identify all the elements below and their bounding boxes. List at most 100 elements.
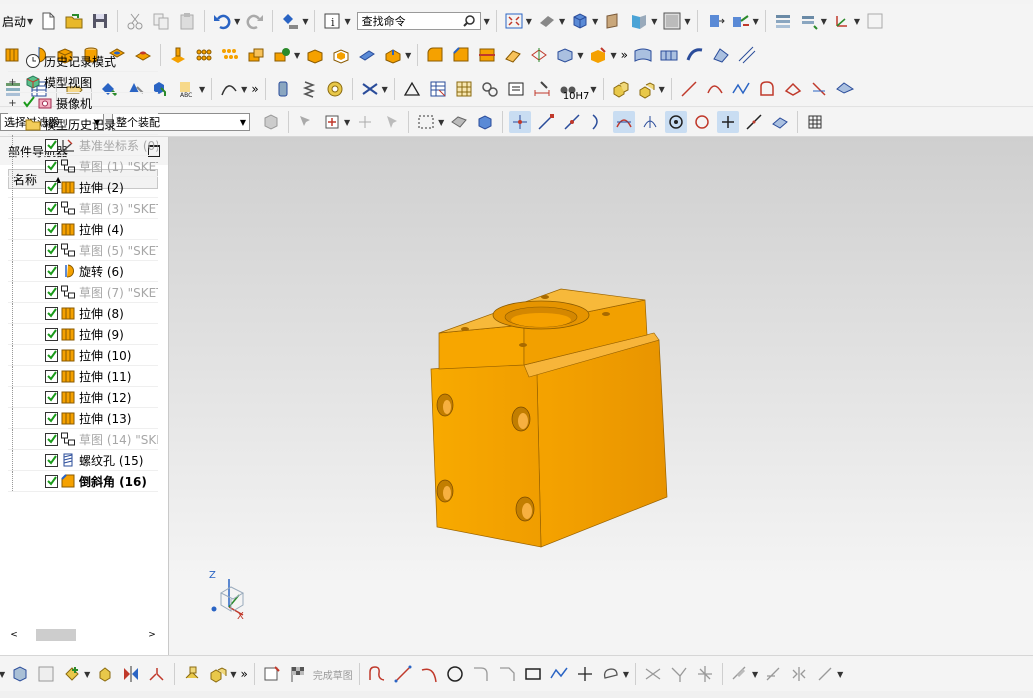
snap-intersection-icon[interactable]: [613, 111, 636, 133]
new-file-icon[interactable]: [37, 10, 59, 32]
emboss-body-icon[interactable]: [167, 44, 189, 66]
subtract-icon[interactable]: [271, 44, 293, 66]
make-corner-icon[interactable]: [694, 663, 716, 685]
datum-plane-icon[interactable]: [528, 44, 550, 66]
visibility-checkbox[interactable]: [45, 180, 58, 194]
sketch-offset-icon[interactable]: [600, 663, 622, 685]
intersect-icon[interactable]: [304, 44, 326, 66]
component-pair-icon[interactable]: [207, 663, 229, 685]
visibility-checkbox[interactable]: [45, 138, 58, 152]
geometric-constraint-icon[interactable]: [762, 663, 784, 685]
expand-plus-icon[interactable]: +: [8, 77, 17, 88]
part-model[interactable]: Z X: [169, 137, 1033, 655]
unite-icon[interactable]: [245, 44, 267, 66]
save-icon[interactable]: [89, 10, 111, 32]
line-tool-icon[interactable]: [678, 78, 700, 100]
profile-icon[interactable]: [756, 78, 778, 100]
studio-spline-icon[interactable]: [730, 78, 752, 100]
shell-icon[interactable]: [330, 44, 352, 66]
n-sided-surface-icon[interactable]: [710, 44, 732, 66]
spring-icon[interactable]: [298, 78, 320, 100]
quick-pick-icon[interactable]: [380, 111, 402, 133]
snap-arc-center-icon[interactable]: [639, 111, 661, 133]
tree-item-feature[interactable]: 拉伸 (13): [8, 408, 158, 429]
grid-snap-icon[interactable]: [453, 78, 475, 100]
draft-icon[interactable]: [356, 44, 378, 66]
visibility-checkbox[interactable]: [45, 285, 58, 299]
sketch-chamfer-icon[interactable]: [496, 663, 518, 685]
arc-tool-icon[interactable]: [704, 78, 726, 100]
chamfer-tool-icon[interactable]: [450, 44, 472, 66]
explode-view-icon[interactable]: [146, 663, 168, 685]
snap-on-face-icon[interactable]: [769, 111, 791, 133]
assembly-constraint-icon[interactable]: [730, 10, 752, 32]
fit-view-icon[interactable]: [503, 10, 525, 32]
visibility-checkbox[interactable]: [45, 327, 58, 341]
sketch-rectangle-icon[interactable]: [522, 663, 544, 685]
profile-sketch-icon[interactable]: [366, 663, 388, 685]
sketch-polyline-icon[interactable]: [548, 663, 570, 685]
tree-item-cameras[interactable]: + 摄像机: [8, 93, 158, 114]
rapid-dimension-icon[interactable]: [729, 663, 751, 685]
tree-item-feature[interactable]: 草图 (14) "SKETCH_004": [8, 429, 158, 450]
curve-analysis-icon[interactable]: [218, 78, 240, 100]
visibility-checkbox[interactable]: [45, 306, 58, 320]
drawing-sheet-icon[interactable]: [505, 78, 527, 100]
sketch-fillet-icon[interactable]: [470, 663, 492, 685]
dimension-icon[interactable]: [531, 78, 553, 100]
open-folder-icon[interactable]: [63, 10, 85, 32]
visibility-checkbox[interactable]: [45, 369, 58, 383]
view-section-icon[interactable]: [628, 10, 650, 32]
sketch-icon[interactable]: [261, 663, 283, 685]
tree-item-history-mode[interactable]: 历史记录模式: [8, 51, 158, 72]
scroll-left-icon[interactable]: <: [8, 630, 20, 640]
snap-center-icon[interactable]: [665, 111, 688, 133]
paste-icon[interactable]: [176, 10, 198, 32]
tree-item-model-views[interactable]: + 模型视图: [8, 72, 158, 93]
tree-item-feature[interactable]: 螺纹孔 (15): [8, 450, 158, 471]
scroll-thumb[interactable]: [36, 628, 76, 641]
drawing-template-icon[interactable]: [35, 663, 57, 685]
visibility-checkbox[interactable]: [45, 201, 58, 215]
tree-item-feature[interactable]: 草图 (5) "SKETCH_002": [8, 240, 158, 261]
select-body-icon[interactable]: [448, 111, 470, 133]
project-curve-icon[interactable]: [808, 78, 830, 100]
move-component-icon[interactable]: [704, 10, 726, 32]
replace-face-icon[interactable]: [587, 44, 609, 66]
visibility-checkbox[interactable]: [45, 264, 58, 278]
edge-blend-icon[interactable]: [424, 44, 446, 66]
thicken-icon[interactable]: [502, 44, 524, 66]
layer-settings-icon[interactable]: [772, 10, 794, 32]
wcs-icon[interactable]: [831, 10, 853, 32]
visibility-checkbox[interactable]: [45, 348, 58, 362]
cut-icon[interactable]: [124, 10, 146, 32]
start-menu-button[interactable]: 启动: [0, 13, 28, 30]
bridge-curve-icon[interactable]: [834, 78, 856, 100]
select-feature-icon[interactable]: [295, 111, 317, 133]
tree-item-feature[interactable]: 拉伸 (2): [8, 177, 158, 198]
tree-item-feature[interactable]: 草图 (1) "SKETCH_000": [8, 156, 158, 177]
tree-item-feature[interactable]: 拉伸 (4): [8, 219, 158, 240]
triangle-icon[interactable]: [401, 78, 423, 100]
rectangle-select-icon[interactable]: [415, 111, 437, 133]
pattern-feature-icon[interactable]: [193, 44, 215, 66]
assembly-tool-icon[interactable]: [9, 663, 31, 685]
component-group-icon[interactable]: [610, 78, 632, 100]
move-to-layer-icon[interactable]: [798, 10, 820, 32]
auto-constrain-icon[interactable]: [814, 663, 836, 685]
snap-on-curve-icon[interactable]: [743, 111, 765, 133]
finish-sketch-flag-icon[interactable]: [287, 663, 309, 685]
select-type-icon[interactable]: [279, 10, 301, 32]
command-search-box[interactable]: 查找命令: [356, 12, 481, 30]
tree-item-feature[interactable]: 拉伸 (10): [8, 345, 158, 366]
tree-item-model-history[interactable]: − 模型历史记录: [8, 114, 158, 135]
snap-endpoint-icon[interactable]: [535, 111, 557, 133]
through-curves-icon[interactable]: [658, 44, 680, 66]
swept-icon[interactable]: [684, 44, 706, 66]
constraint-icon[interactable]: [181, 663, 203, 685]
ruled-surface-icon[interactable]: [736, 44, 758, 66]
tree-item-feature[interactable]: 拉伸 (11): [8, 366, 158, 387]
toolbar-overflow-icon[interactable]: [864, 10, 886, 32]
visibility-checkbox[interactable]: [45, 159, 58, 173]
snap-control-point-icon[interactable]: [587, 111, 609, 133]
